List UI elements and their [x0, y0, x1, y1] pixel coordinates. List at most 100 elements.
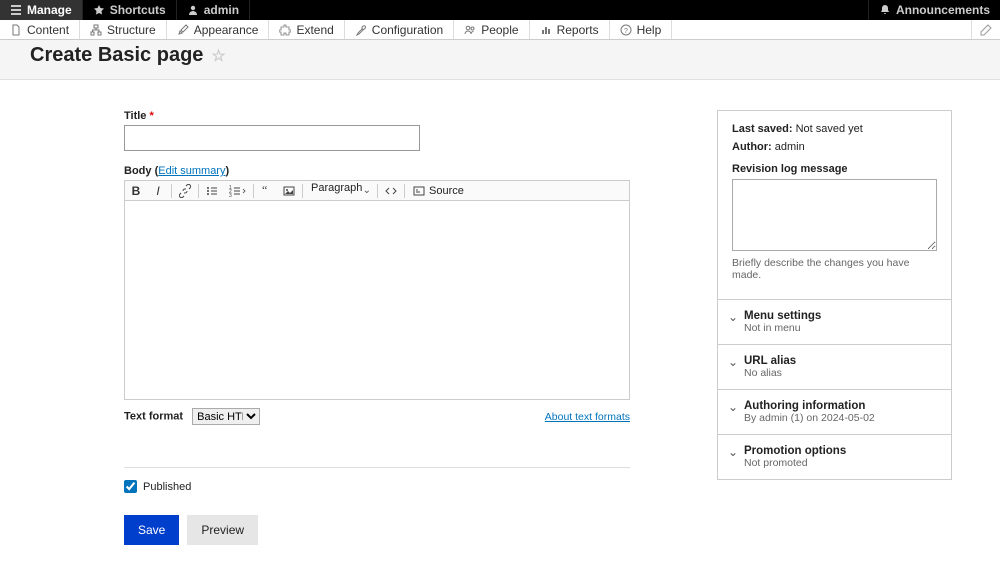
admin-menu: Content Structure Appearance Extend Conf…: [0, 20, 1000, 40]
url-alias-sub: No alias: [744, 367, 937, 379]
admin-menu-content[interactable]: Content: [0, 20, 80, 39]
user-label: admin: [204, 3, 239, 17]
bell-icon: [879, 4, 891, 16]
link-button[interactable]: [174, 181, 196, 201]
source-label: Source: [429, 185, 464, 197]
admin-menu-extend[interactable]: Extend: [269, 20, 344, 39]
admin-menu-label: Extend: [296, 23, 333, 37]
svg-text:3: 3: [229, 193, 232, 198]
admin-menu-label: Reports: [557, 23, 599, 37]
link-icon: [178, 184, 192, 198]
manage-label: Manage: [27, 3, 72, 17]
title-field-wrapper: Title *: [124, 110, 697, 151]
favorite-star-icon[interactable]: ☆: [211, 46, 225, 66]
sidebar-box: Last saved: Not saved yet Author: admin …: [717, 110, 952, 480]
published-row: Published: [124, 480, 697, 493]
svg-text:“: “: [262, 184, 267, 197]
file-icon: [10, 24, 22, 36]
person-icon: [187, 4, 199, 16]
hamburger-icon: [10, 4, 22, 16]
form-actions: Save Preview: [124, 515, 697, 545]
shortcuts-toggle[interactable]: Shortcuts: [83, 0, 177, 20]
numbered-list-icon: 123: [228, 184, 246, 198]
body-field-wrapper: Body (Edit summary) B I 123: [124, 165, 697, 425]
bar-chart-icon: [540, 24, 552, 36]
menu-settings-title: Menu settings: [744, 310, 937, 322]
sidebar-meta: Last saved: Not saved yet Author: admin …: [718, 111, 951, 300]
admin-menu-reports[interactable]: Reports: [530, 20, 610, 39]
author-row: Author: admin: [732, 141, 937, 153]
text-format-select[interactable]: Basic HTML: [192, 408, 260, 425]
admin-menu-people[interactable]: People: [454, 20, 529, 39]
wrench-icon: [355, 24, 367, 36]
menu-settings-sub: Not in menu: [744, 322, 937, 334]
source-button[interactable]: Source: [407, 185, 470, 197]
page-title: Create Basic page ☆: [30, 44, 970, 67]
people-icon: [464, 24, 476, 36]
user-toggle[interactable]: admin: [177, 0, 250, 20]
manage-toggle[interactable]: Manage: [0, 0, 83, 20]
puzzle-icon: [279, 24, 291, 36]
image-button[interactable]: [278, 181, 300, 201]
authoring-sub: By admin (1) on 2024-05-02: [744, 412, 937, 424]
source-icon: [413, 185, 425, 197]
admin-menu-label: Help: [637, 23, 662, 37]
admin-menu-appearance[interactable]: Appearance: [167, 20, 270, 39]
title-input[interactable]: [124, 125, 420, 151]
about-text-formats-link[interactable]: About text formats: [545, 411, 630, 423]
revision-row: Revision log message Briefly describe th…: [732, 163, 937, 281]
top-toolbar: Manage Shortcuts admin Announcements: [0, 0, 1000, 20]
text-format-label: Text format: [124, 411, 183, 423]
announcements-toggle[interactable]: Announcements: [868, 0, 1000, 20]
edit-summary-link[interactable]: Edit summary: [158, 165, 225, 177]
revision-label: Revision log message: [732, 163, 937, 175]
divider: [124, 467, 630, 468]
url-alias-details[interactable]: URL alias No alias: [718, 345, 951, 390]
separator: [171, 184, 172, 198]
edit-mode-toggle[interactable]: [971, 20, 1000, 39]
authoring-title: Authoring information: [744, 400, 937, 412]
revision-help: Briefly describe the changes you have ma…: [732, 257, 937, 281]
rich-text-editor: B I 123 “: [124, 180, 630, 400]
menu-settings-details[interactable]: Menu settings Not in menu: [718, 300, 951, 345]
admin-menu-structure[interactable]: Structure: [80, 20, 167, 39]
authoring-details[interactable]: Authoring information By admin (1) on 20…: [718, 390, 951, 435]
promotion-details[interactable]: Promotion options Not promoted: [718, 435, 951, 479]
heading-select-label: Paragraph: [305, 182, 380, 200]
admin-menu-label: Appearance: [194, 23, 259, 37]
admin-menu-help[interactable]: ? Help: [610, 20, 673, 39]
image-icon: [282, 184, 296, 198]
editor-body[interactable]: [125, 201, 629, 399]
preview-button[interactable]: Preview: [187, 515, 258, 545]
hierarchy-icon: [90, 24, 102, 36]
bulleted-list-button[interactable]: [201, 181, 223, 201]
separator: [404, 184, 405, 198]
bold-button[interactable]: B: [125, 181, 147, 201]
admin-menu-configuration[interactable]: Configuration: [345, 20, 454, 39]
editor-toolbar: B I 123 “: [125, 181, 629, 201]
url-alias-title: URL alias: [744, 355, 937, 367]
code-button[interactable]: [380, 181, 402, 201]
question-icon: ?: [620, 24, 632, 36]
last-saved-row: Last saved: Not saved yet: [732, 123, 937, 135]
revision-log-textarea[interactable]: [732, 179, 937, 251]
blockquote-button[interactable]: “: [256, 181, 278, 201]
title-region: Create Basic page ☆: [0, 40, 1000, 80]
published-checkbox[interactable]: [124, 480, 137, 493]
svg-text:?: ?: [624, 28, 628, 35]
heading-select[interactable]: Paragraph: [305, 182, 375, 200]
bullet-list-icon: [205, 184, 219, 198]
code-icon: [384, 184, 398, 198]
separator: [302, 184, 303, 198]
body-label: Body (Edit summary): [124, 165, 697, 177]
paintbrush-icon: [177, 24, 189, 36]
save-button[interactable]: Save: [124, 515, 179, 545]
quote-icon: “: [260, 184, 274, 198]
admin-menu-label: People: [481, 23, 518, 37]
shortcuts-label: Shortcuts: [110, 3, 166, 17]
content-region: Title * Body (Edit summary) B I: [0, 80, 1000, 575]
admin-menu-label: Structure: [107, 23, 156, 37]
italic-button[interactable]: I: [147, 181, 169, 201]
numbered-list-button[interactable]: 123: [223, 181, 251, 201]
text-format-row: Text format Basic HTML About text format…: [124, 408, 630, 425]
